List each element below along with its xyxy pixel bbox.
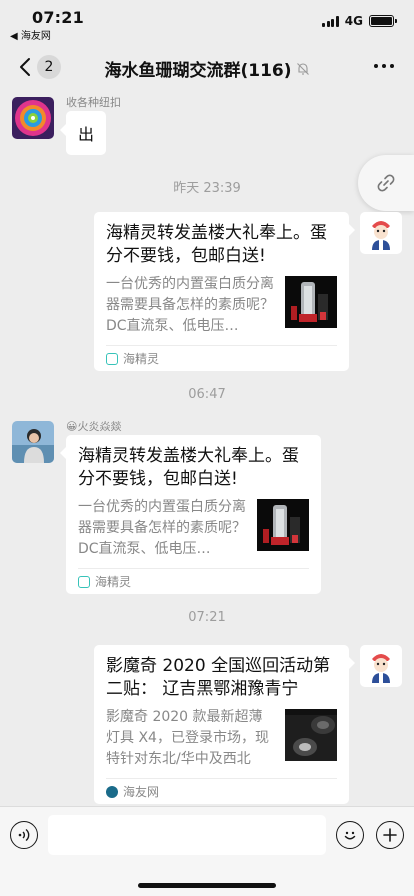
timestamp: 昨天 23:39 (173, 181, 241, 196)
card-source: 海友网 (106, 778, 337, 804)
avatar[interactable] (360, 212, 402, 254)
card-thumbnail (285, 276, 337, 328)
voice-icon (18, 828, 30, 842)
status-indicators: 4G (322, 14, 397, 28)
more-options-button[interactable] (374, 64, 394, 68)
message-input[interactable] (48, 815, 326, 855)
card-title: 海精灵转发盖楼大礼奉上。蛋分不要钱，包邮白送! (106, 223, 327, 266)
nav-title-area: 海水鱼珊瑚交流群(116) (0, 56, 414, 81)
source-logo-icon (78, 575, 90, 588)
card-thumbnail (257, 499, 309, 551)
card-title: 影魔奇 2020 全国巡回活动第二贴： 辽吉黑鄂湘豫青宁 (106, 656, 331, 699)
more-dots-icon (374, 64, 378, 68)
emoji-icon (344, 831, 356, 840)
sender-name: 😀火炎焱燚 (66, 420, 122, 433)
timestamp: 06:47 (188, 387, 226, 402)
avatar[interactable] (12, 97, 54, 139)
source-logo-icon (106, 785, 118, 798)
card-description: 影魔奇 2020 款最新超薄灯具 X4，已登录市场，现特针对东北/华中及西北部… (106, 709, 269, 767)
nav-bar: 2 海水鱼珊瑚交流群(116) (0, 44, 414, 90)
card-source-name: 海精灵 (123, 352, 160, 366)
add-button[interactable] (376, 821, 404, 849)
card-source: 海精灵 (106, 345, 337, 371)
chat-area[interactable]: 收各种纽扣 出 昨天 23:39 海精灵转发盖楼大礼奉上。蛋分不要钱，包邮白送!… (0, 90, 414, 806)
card-title: 海精灵转发盖楼大礼奉上。蛋分不要钱，包邮白送! (78, 446, 299, 489)
card-source-name: 海精灵 (95, 575, 132, 589)
timestamp: 07:21 (188, 610, 226, 625)
avatar[interactable] (360, 645, 402, 687)
card-description: 一台优秀的内置蛋白质分离器需要具备怎样的素质呢？DC直流泵、低电压… (106, 276, 274, 334)
plus-icon (383, 828, 397, 842)
card-source-name: 海友网 (123, 785, 160, 799)
source-logo-icon (106, 352, 118, 365)
status-bar: 07:21 ◀ 海友网 4G (0, 0, 414, 44)
link-card[interactable]: 影魔奇 2020 全国巡回活动第二贴： 辽吉黑鄂湘豫青宁 影魔奇 2020 款最… (94, 645, 349, 804)
bell-off-icon (296, 62, 309, 75)
link-card[interactable]: 海精灵转发盖楼大礼奉上。蛋分不要钱，包邮白送! 一台优秀的内置蛋白质分离器需要具… (66, 435, 321, 594)
message-bubble[interactable]: 出 (66, 111, 107, 155)
back-to-app-link[interactable]: ◀ 海友网 (10, 27, 51, 42)
status-time: 07:21 (32, 8, 84, 27)
card-description: 一台优秀的内置蛋白质分离器需要具备怎样的素质呢？DC直流泵、低电压… (78, 499, 246, 557)
card-thumbnail (285, 709, 337, 761)
avatar[interactable] (12, 421, 54, 463)
signal-icon (322, 15, 339, 27)
sender-name: 收各种纽扣 (66, 96, 121, 109)
home-indicator (138, 883, 276, 888)
card-source: 海精灵 (78, 568, 309, 594)
emoji-button[interactable] (336, 821, 364, 849)
link-card[interactable]: 海精灵转发盖楼大礼奉上。蛋分不要钱，包邮白送! 一台优秀的内置蛋白质分离器需要具… (94, 212, 349, 371)
voice-button[interactable] (10, 821, 38, 849)
chat-title: 海水鱼珊瑚交流群(116) (104, 61, 292, 81)
network-type: 4G (344, 14, 363, 28)
battery-icon (369, 15, 397, 27)
input-bar (0, 806, 414, 896)
